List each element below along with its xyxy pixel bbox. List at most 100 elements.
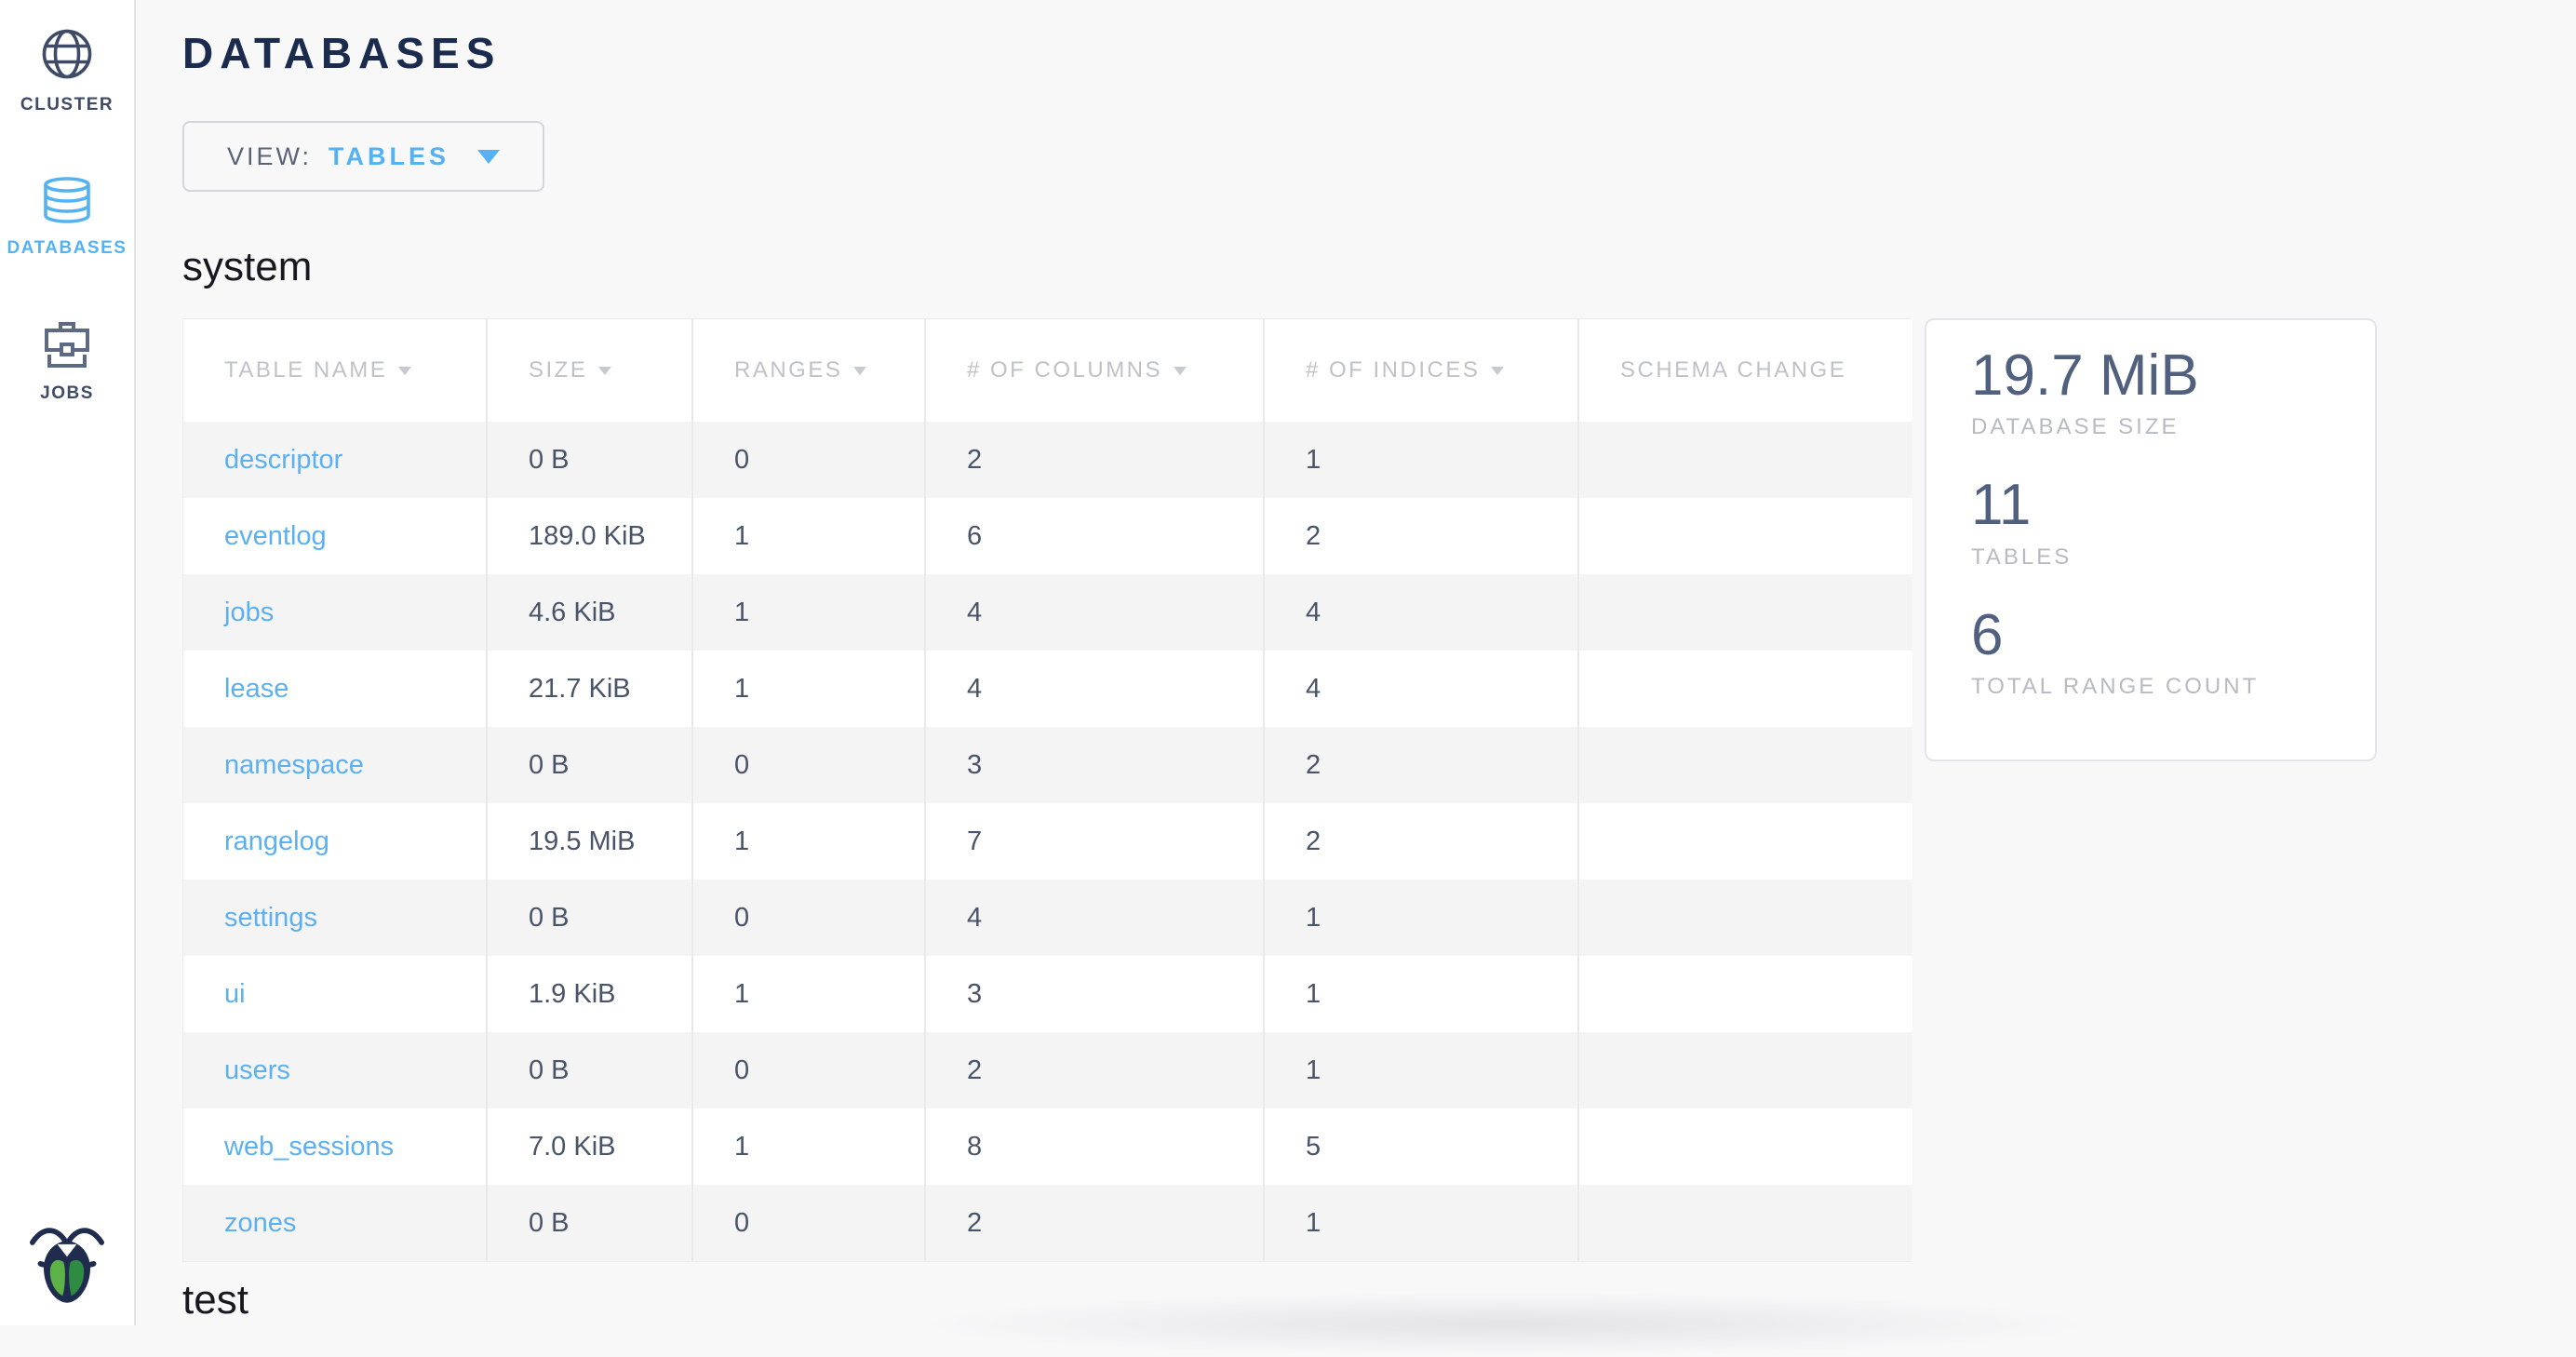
cell-size: 21.7 KiB [487, 651, 692, 727]
cell-table-name: settings [183, 880, 487, 956]
sidebar-item-databases[interactable]: DATABASES [7, 177, 127, 259]
cell-schema-change [1578, 1185, 1912, 1261]
cockroach-logo[interactable] [30, 1214, 104, 1307]
view-selector-label: VIEW: [227, 142, 312, 171]
stat-total-range-count: 6 TOTAL RANGE COUNT [1971, 602, 2347, 700]
cell-schema-change [1578, 422, 1912, 498]
view-selector-value: TABLES [329, 142, 449, 171]
cell-size: 19.5 MiB [487, 803, 692, 880]
sidebar-item-label: JOBS [40, 383, 94, 404]
databases-icon [42, 177, 92, 223]
table-row: jobs 4.6 KiB 1 4 4 [183, 574, 1912, 651]
cell-columns: 3 [925, 727, 1264, 803]
database-section-heading-test: test [182, 1277, 2576, 1323]
column-header-size[interactable]: SIZE [487, 319, 692, 422]
cell-indices: 2 [1264, 803, 1578, 880]
cell-size: 189.0 KiB [487, 498, 692, 574]
column-header-ranges[interactable]: RANGES [692, 319, 925, 422]
cell-indices: 2 [1264, 727, 1578, 803]
cell-table-name: eventlog [183, 498, 487, 574]
cell-schema-change [1578, 803, 1912, 880]
sort-caret-icon [1174, 367, 1187, 375]
stat-value: 11 [1971, 472, 2347, 538]
stat-value: 19.7 MiB [1971, 343, 2347, 409]
cell-table-name: rangelog [183, 803, 487, 880]
cell-size: 0 B [487, 727, 692, 803]
table-row: settings 0 B 0 4 1 [183, 880, 1912, 956]
cell-size: 0 B [487, 1032, 692, 1108]
cell-indices: 5 [1264, 1108, 1578, 1185]
table-name-link[interactable]: users [224, 1055, 290, 1085]
cell-ranges: 0 [692, 727, 925, 803]
cell-schema-change [1578, 1108, 1912, 1185]
column-header-columns[interactable]: # OF COLUMNS [925, 319, 1264, 422]
cell-columns: 7 [925, 803, 1264, 880]
cell-table-name: users [183, 1032, 487, 1108]
cell-ranges: 0 [692, 1185, 925, 1261]
cell-schema-change [1578, 651, 1912, 727]
table-row: descriptor 0 B 0 2 1 [183, 422, 1912, 498]
cell-indices: 4 [1264, 574, 1578, 651]
sort-caret-icon [1491, 367, 1504, 375]
column-header-indices[interactable]: # OF INDICES [1264, 319, 1578, 422]
cell-table-name: jobs [183, 574, 487, 651]
table-name-link[interactable]: eventlog [224, 521, 327, 551]
sidebar-item-jobs[interactable]: JOBS [40, 320, 94, 404]
table-name-link[interactable]: rangelog [224, 826, 329, 856]
view-selector-dropdown[interactable]: VIEW: TABLES [182, 121, 544, 192]
table-name-link[interactable]: jobs [224, 598, 274, 627]
cell-indices: 4 [1264, 651, 1578, 727]
main-content: DATABASES VIEW: TABLES system TABLE NAME… [138, 0, 2576, 1325]
cell-table-name: namespace [183, 727, 487, 803]
cell-size: 0 B [487, 880, 692, 956]
cell-columns: 3 [925, 956, 1264, 1032]
system-section-body: TABLE NAME SIZE RANGES # OF COLUMNS # OF… [182, 318, 2576, 1262]
cell-columns: 4 [925, 880, 1264, 956]
stat-label: TOTAL RANGE COUNT [1971, 674, 2347, 700]
cell-indices: 1 [1264, 1185, 1578, 1261]
table-name-link[interactable]: zones [224, 1208, 296, 1238]
table-name-link[interactable]: settings [224, 903, 317, 933]
table-row: rangelog 19.5 MiB 1 7 2 [183, 803, 1912, 880]
page-title: DATABASES [182, 28, 2576, 78]
cell-size: 7.0 KiB [487, 1108, 692, 1185]
tables-table: TABLE NAME SIZE RANGES # OF COLUMNS # OF… [182, 318, 1912, 1262]
table-name-link[interactable]: ui [224, 979, 246, 1009]
table-row: users 0 B 0 2 1 [183, 1032, 1912, 1108]
cell-ranges: 0 [692, 422, 925, 498]
cell-ranges: 1 [692, 1108, 925, 1185]
table-name-link[interactable]: namespace [224, 750, 364, 780]
table-name-link[interactable]: web_sessions [224, 1132, 394, 1162]
cell-indices: 1 [1264, 880, 1578, 956]
cell-columns: 4 [925, 651, 1264, 727]
cell-columns: 2 [925, 1185, 1264, 1261]
table-row: web_sessions 7.0 KiB 1 8 5 [183, 1108, 1912, 1185]
sidebar-item-cluster[interactable]: CLUSTER [20, 28, 114, 115]
caret-down-icon [477, 150, 500, 164]
table-name-link[interactable]: descriptor [224, 445, 342, 475]
database-summary-card: 19.7 MiB DATABASE SIZE 11 TABLES 6 TOTAL… [1925, 318, 2377, 761]
cell-table-name: ui [183, 956, 487, 1032]
sidebar-item-label: DATABASES [7, 238, 127, 259]
cell-schema-change [1578, 574, 1912, 651]
sidebar-item-label: CLUSTER [20, 95, 114, 115]
cell-columns: 8 [925, 1108, 1264, 1185]
cell-ranges: 1 [692, 574, 925, 651]
column-header-schema-change: SCHEMA CHANGE [1578, 319, 1912, 422]
cell-columns: 2 [925, 1032, 1264, 1108]
stat-database-size: 19.7 MiB DATABASE SIZE [1971, 343, 2347, 440]
cell-size: 0 B [487, 1185, 692, 1261]
cell-columns: 6 [925, 498, 1264, 574]
stat-tables: 11 TABLES [1971, 472, 2347, 570]
cell-size: 4.6 KiB [487, 574, 692, 651]
table-name-link[interactable]: lease [224, 674, 288, 704]
sidebar: CLUSTER DATABASES JOBS [0, 0, 136, 1325]
cell-table-name: web_sessions [183, 1108, 487, 1185]
table-row: lease 21.7 KiB 1 4 4 [183, 651, 1912, 727]
cell-schema-change [1578, 956, 1912, 1032]
cell-ranges: 1 [692, 803, 925, 880]
cell-ranges: 0 [692, 1032, 925, 1108]
cell-schema-change [1578, 880, 1912, 956]
column-header-table-name[interactable]: TABLE NAME [183, 319, 487, 422]
cell-columns: 4 [925, 574, 1264, 651]
